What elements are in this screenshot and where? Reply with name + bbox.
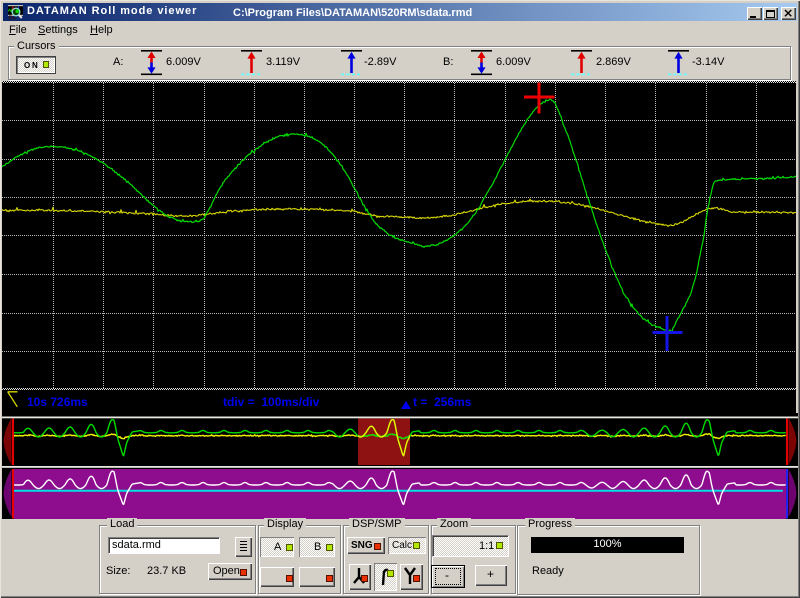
svg-text:t = 256ms: t = 256ms [413, 395, 472, 409]
svg-text:Rn: Rn [9, 16, 17, 21]
svg-text:10s 726ms: 10s 726ms [27, 395, 88, 409]
svg-text:tdiv = 100ms/div: tdiv = 100ms/div [223, 395, 320, 409]
